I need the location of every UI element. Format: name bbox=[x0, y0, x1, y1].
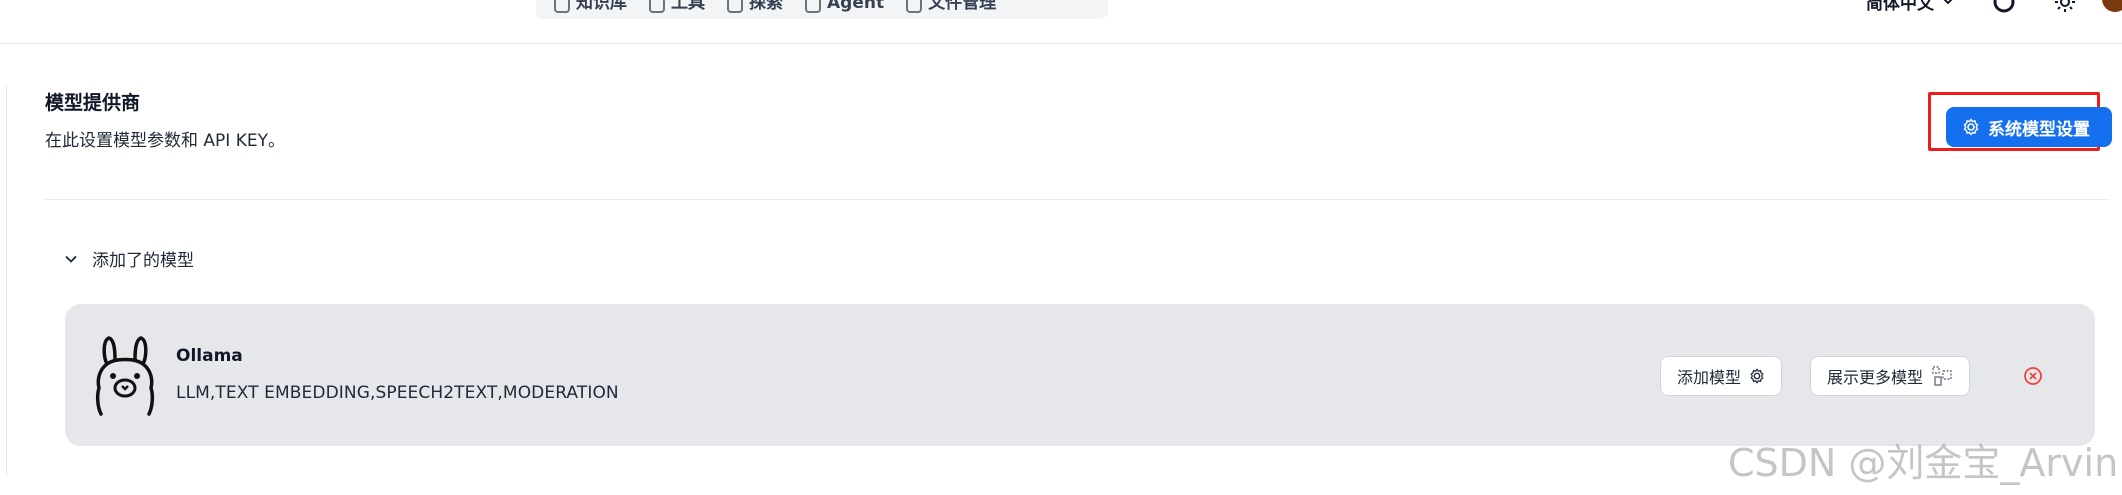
section-title: 添加了的模型 bbox=[92, 251, 194, 271]
header-divider bbox=[45, 199, 2110, 200]
language-label: 简体中文 bbox=[1866, 0, 1934, 14]
sun-icon[interactable] bbox=[2054, 0, 2076, 13]
nav-item-tools[interactable]: 工具 bbox=[649, 0, 727, 19]
nav-item-label: 工具 bbox=[671, 0, 705, 13]
nav-item-knowledge[interactable]: 知识库 bbox=[554, 0, 649, 19]
add-model-label: 添加模型 bbox=[1677, 368, 1742, 387]
provider-name: Ollama bbox=[176, 346, 243, 366]
folder-icon bbox=[906, 0, 923, 13]
nav-item-label: Agent bbox=[827, 0, 885, 13]
nav-item-label: 知识库 bbox=[576, 0, 627, 13]
system-model-settings-label: 系统模型设置 bbox=[1988, 119, 2090, 140]
github-icon[interactable] bbox=[1993, 0, 2015, 13]
nav-item-label: 探索 bbox=[749, 0, 783, 13]
tool-icon bbox=[649, 0, 665, 13]
chevron-down-icon bbox=[65, 255, 77, 263]
top-navigation-bar: 知识库 工具 探索 Agent 文件管理 简体中文 bbox=[0, 0, 2122, 44]
provider-card: Ollama LLM,TEXT EMBEDDING,SPEECH2TEXT,MO… bbox=[65, 304, 2095, 446]
sidebar-divider bbox=[6, 86, 7, 476]
avatar[interactable] bbox=[2102, 0, 2122, 12]
page-title: 模型提供商 bbox=[45, 92, 141, 114]
gear-icon bbox=[1963, 118, 1979, 136]
nav-item-explore[interactable]: 探索 bbox=[727, 0, 805, 19]
system-model-settings-button[interactable]: 系统模型设置 bbox=[1946, 107, 2112, 147]
ollama-logo-icon bbox=[95, 336, 155, 416]
agent-icon bbox=[805, 0, 821, 13]
gear-icon bbox=[1750, 368, 1764, 384]
nav-item-agent[interactable]: Agent bbox=[805, 0, 906, 19]
main-nav: 知识库 工具 探索 Agent 文件管理 bbox=[536, 0, 1108, 19]
watermark: CSDN @刘金宝_Arvin bbox=[1728, 441, 2119, 485]
page-subtitle: 在此设置模型参数和 API KEY。 bbox=[45, 131, 285, 151]
add-model-button[interactable]: 添加模型 bbox=[1660, 356, 1783, 396]
nav-item-label: 文件管理 bbox=[928, 0, 997, 13]
provider-model-types: LLM,TEXT EMBEDDING,SPEECH2TEXT,MODERATIO… bbox=[176, 383, 619, 403]
added-models-toggle[interactable]: 添加了的模型 bbox=[64, 246, 194, 271]
compass-icon bbox=[727, 0, 743, 13]
expand-grid-icon bbox=[1932, 366, 1952, 386]
book-icon bbox=[554, 0, 570, 13]
language-selector[interactable]: 简体中文 bbox=[1866, 0, 1954, 14]
chevron-down-icon bbox=[1943, 0, 1953, 5]
nav-item-files[interactable]: 文件管理 bbox=[906, 0, 1018, 19]
show-more-models-button[interactable]: 展示更多模型 bbox=[1810, 356, 1971, 396]
show-more-models-label: 展示更多模型 bbox=[1827, 368, 1924, 387]
remove-provider-icon[interactable] bbox=[2023, 366, 2043, 386]
